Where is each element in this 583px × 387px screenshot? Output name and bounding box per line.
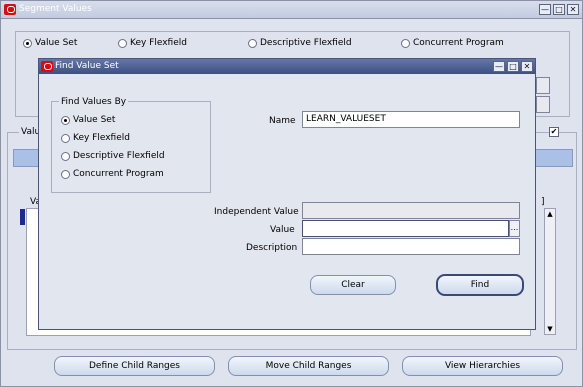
- define-child-ranges-button[interactable]: Define Child Ranges: [54, 356, 215, 376]
- radio-concurrent-program[interactable]: Concurrent Program: [401, 38, 504, 48]
- dialog-radio-key-flexfield[interactable]: Key Flexfield: [61, 133, 130, 143]
- window-title: Segment Values: [19, 4, 92, 14]
- name-label: Name: [269, 116, 296, 126]
- radio-selected-icon: [23, 38, 32, 48]
- grid-scrollbar[interactable]: ▲ ▼: [544, 208, 556, 335]
- find-values-by-label: Find Values By: [59, 97, 129, 107]
- oracle-logo-icon: [41, 61, 53, 72]
- window-titlebar: Segment Values — □ ✕: [1, 1, 582, 19]
- radio-selected-icon: [61, 115, 70, 125]
- minimize-button[interactable]: —: [539, 4, 551, 15]
- scroll-up-icon[interactable]: ▲: [545, 209, 555, 219]
- move-child-ranges-button[interactable]: Move Child Ranges: [228, 356, 389, 376]
- find-button[interactable]: Find: [436, 274, 524, 296]
- value-field[interactable]: [302, 220, 509, 237]
- value-label: Value: [270, 225, 295, 235]
- find-value-set-dialog: Find Value Set — □ ✕ Find Values By Valu…: [38, 58, 536, 330]
- radio-value-set[interactable]: Value Set: [23, 38, 77, 48]
- radio-icon: [61, 151, 70, 161]
- list-of-values-button[interactable]: ...: [509, 220, 520, 237]
- radio-icon: [401, 38, 410, 48]
- description-label: Description: [246, 243, 298, 253]
- description-field[interactable]: [302, 238, 520, 255]
- radio-icon: [61, 169, 70, 179]
- scroll-down-icon[interactable]: ▼: [545, 324, 555, 334]
- dialog-radio-concurrent-program[interactable]: Concurrent Program: [61, 169, 164, 179]
- close-button[interactable]: ✕: [567, 4, 579, 15]
- window-controls: — □ ✕: [539, 4, 579, 15]
- maximize-button[interactable]: □: [553, 4, 565, 15]
- radio-icon: [248, 38, 257, 48]
- dialog-close-button[interactable]: ✕: [521, 61, 533, 72]
- dialog-maximize-button[interactable]: □: [507, 61, 519, 72]
- grid-bracket: ]: [541, 197, 545, 207]
- dialog-radio-value-set[interactable]: Value Set: [61, 115, 115, 125]
- bg-field-right-2[interactable]: [536, 96, 550, 113]
- dialog-window-controls: — □ ✕: [493, 61, 533, 72]
- view-hierarchies-button[interactable]: View Hierarchies: [402, 356, 563, 376]
- oracle-logo-icon: [4, 4, 16, 15]
- dialog-titlebar: Find Value Set — □ ✕: [39, 59, 535, 74]
- radio-icon: [118, 38, 127, 48]
- radio-descriptive-flexfield[interactable]: Descriptive Flexfield: [248, 38, 352, 48]
- dialog-minimize-button[interactable]: —: [493, 61, 505, 72]
- record-indicator[interactable]: [20, 209, 25, 225]
- enabled-checkbox[interactable]: ✔: [549, 127, 559, 137]
- radio-key-flexfield[interactable]: Key Flexfield: [118, 38, 187, 48]
- bg-field-right-1[interactable]: [536, 77, 550, 94]
- dialog-radio-descriptive-flexfield[interactable]: Descriptive Flexfield: [61, 151, 165, 161]
- name-field[interactable]: LEARN_VALUESET: [302, 111, 520, 128]
- checkbox-icon: ✔: [550, 127, 558, 136]
- independent-value-field[interactable]: [302, 202, 520, 219]
- clear-button[interactable]: Clear: [310, 275, 396, 295]
- dialog-title: Find Value Set: [55, 61, 119, 71]
- independent-value-label: Independent Value: [214, 207, 299, 217]
- radio-icon: [61, 133, 70, 143]
